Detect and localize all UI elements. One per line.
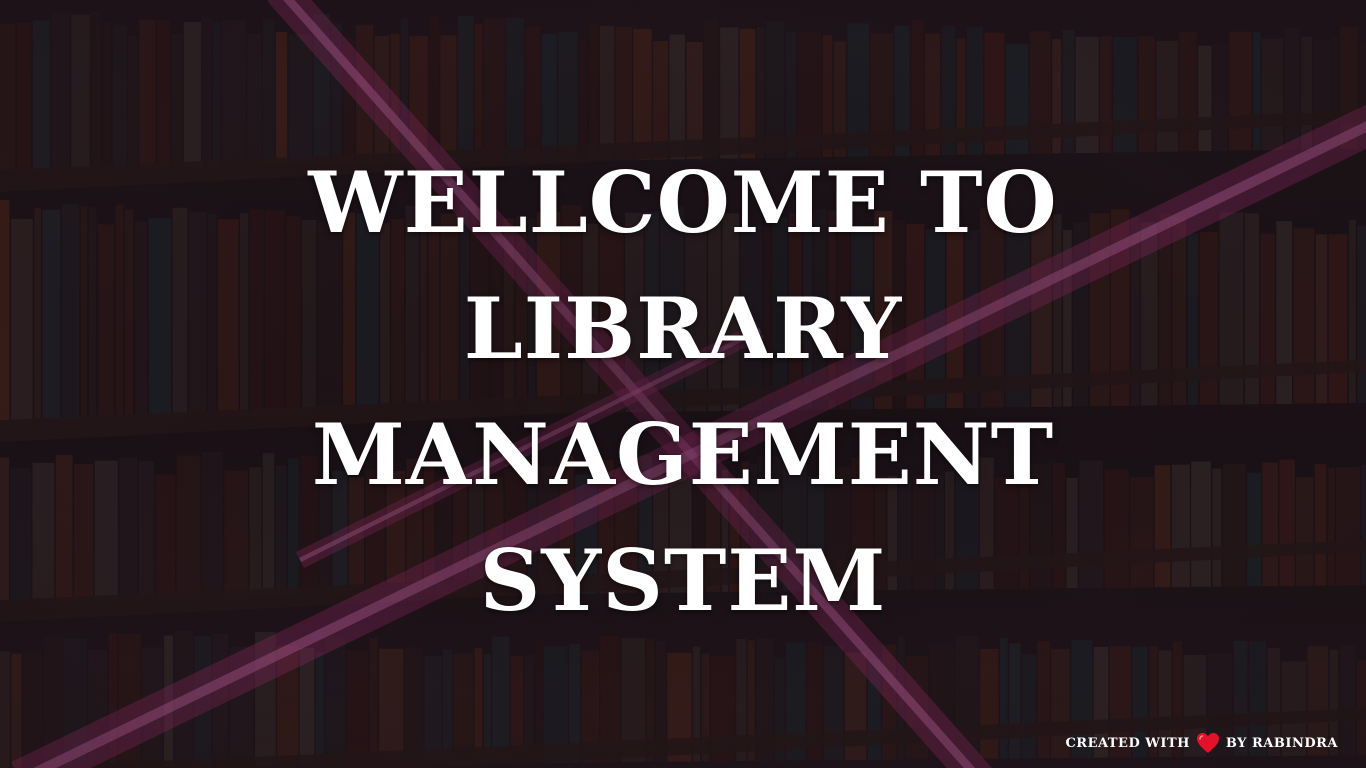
title-line-3: MANAGEMENT bbox=[311, 405, 1055, 504]
welcome-screen: WELLCOME TO LIBRARY MANAGEMENT SYSTEM CR… bbox=[0, 0, 1366, 768]
title-line-2: LIBRARY bbox=[463, 279, 903, 378]
heart-icon bbox=[1196, 733, 1219, 753]
title-line-1: WELLCOME TO bbox=[308, 153, 1058, 252]
credit-suffix: BY RABINDRA bbox=[1225, 735, 1338, 751]
title-line-4: SYSTEM bbox=[479, 531, 887, 630]
footer-credit: CREATED WITH BY RABINDRA bbox=[1065, 732, 1338, 754]
welcome-title: WELLCOME TO LIBRARY MANAGEMENT SYSTEM bbox=[0, 140, 1366, 644]
credit-prefix: CREATED WITH bbox=[1065, 735, 1190, 751]
